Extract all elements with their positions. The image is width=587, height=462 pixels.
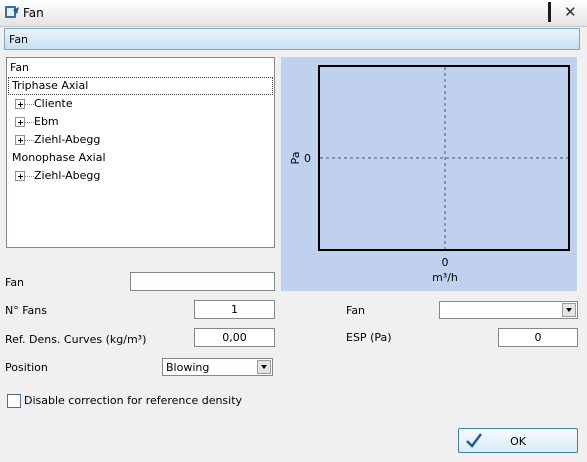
tree-item-label: Cliente: [34, 97, 73, 110]
y-tick-label: 0: [304, 152, 311, 165]
expand-icon[interactable]: [15, 99, 25, 109]
esp-label: ESP (Pa): [346, 331, 392, 344]
ok-button[interactable]: OK: [458, 428, 578, 453]
tree-item-ziehl-abegg[interactable]: Ziehl-Abegg: [7, 131, 272, 149]
tree-item-ziehl-abegg-mono[interactable]: Ziehl-Abegg: [7, 167, 272, 185]
title-bar-divider: [548, 2, 551, 22]
position-label: Position: [5, 361, 48, 374]
section-header: Fan: [4, 28, 580, 50]
tree-connector: [25, 122, 34, 123]
ref-density-label: Ref. Dens. Curves (kg/m³): [5, 333, 147, 346]
position-select[interactable]: Blowing: [162, 358, 273, 376]
chart-svg: Pa 0 0 m³/h: [289, 65, 570, 284]
fan-type-select[interactable]: [439, 301, 578, 319]
tree-connector: [25, 176, 34, 177]
tree-item-ebm[interactable]: Ebm: [7, 113, 272, 131]
disable-correction-checkbox[interactable]: [7, 394, 21, 408]
fan-tree[interactable]: Fan Triphase Axial Cliente Ebm Ziehl-Abe…: [6, 57, 275, 248]
disable-correction-label: Disable correction for reference density: [24, 394, 243, 407]
tree-root-label: Fan: [10, 61, 30, 74]
ok-button-label: OK: [510, 435, 526, 448]
fan-name-input[interactable]: [130, 272, 275, 291]
close-icon[interactable]: ✕: [564, 2, 577, 22]
tree-root[interactable]: Fan: [10, 59, 29, 77]
title-bar: Fan ✕: [0, 0, 587, 27]
tree-group-triphase-axial[interactable]: Triphase Axial: [8, 77, 273, 95]
chevron-down-icon[interactable]: [257, 360, 271, 374]
chevron-down-icon[interactable]: [562, 303, 576, 317]
y-axis-label: Pa: [289, 152, 302, 165]
fan-curve-chart: Pa 0 0 m³/h: [281, 57, 577, 291]
expand-icon[interactable]: [15, 135, 25, 145]
fan-app-icon: [5, 6, 19, 18]
section-header-label: Fan: [9, 33, 29, 46]
x-axis-label: m³/h: [432, 271, 458, 284]
esp-input[interactable]: 0: [498, 328, 578, 347]
x-tick-label: 0: [442, 256, 449, 269]
tree-group-label: Monophase Axial: [12, 151, 106, 164]
nfans-input[interactable]: 1: [194, 300, 275, 319]
tree-item-label: Ziehl-Abegg: [34, 169, 101, 182]
tree-group-label: Triphase Axial: [12, 79, 89, 92]
fan-name-label: Fan: [5, 276, 25, 289]
tree-item-cliente[interactable]: Cliente: [7, 95, 272, 113]
fan-type-label: Fan: [346, 304, 366, 317]
expand-icon[interactable]: [15, 171, 25, 181]
tree-item-label: Ebm: [34, 115, 59, 128]
tree-connector: [25, 104, 34, 105]
position-select-value: Blowing: [166, 361, 210, 374]
tree-connector: [25, 140, 34, 141]
nfans-label: N° Fans: [5, 304, 47, 317]
expand-icon[interactable]: [15, 117, 25, 127]
tree-item-label: Ziehl-Abegg: [34, 133, 101, 146]
ref-density-input[interactable]: 0,00: [194, 328, 275, 347]
tree-group-monophase-axial[interactable]: Monophase Axial: [12, 149, 106, 167]
window-title: Fan: [23, 6, 44, 20]
